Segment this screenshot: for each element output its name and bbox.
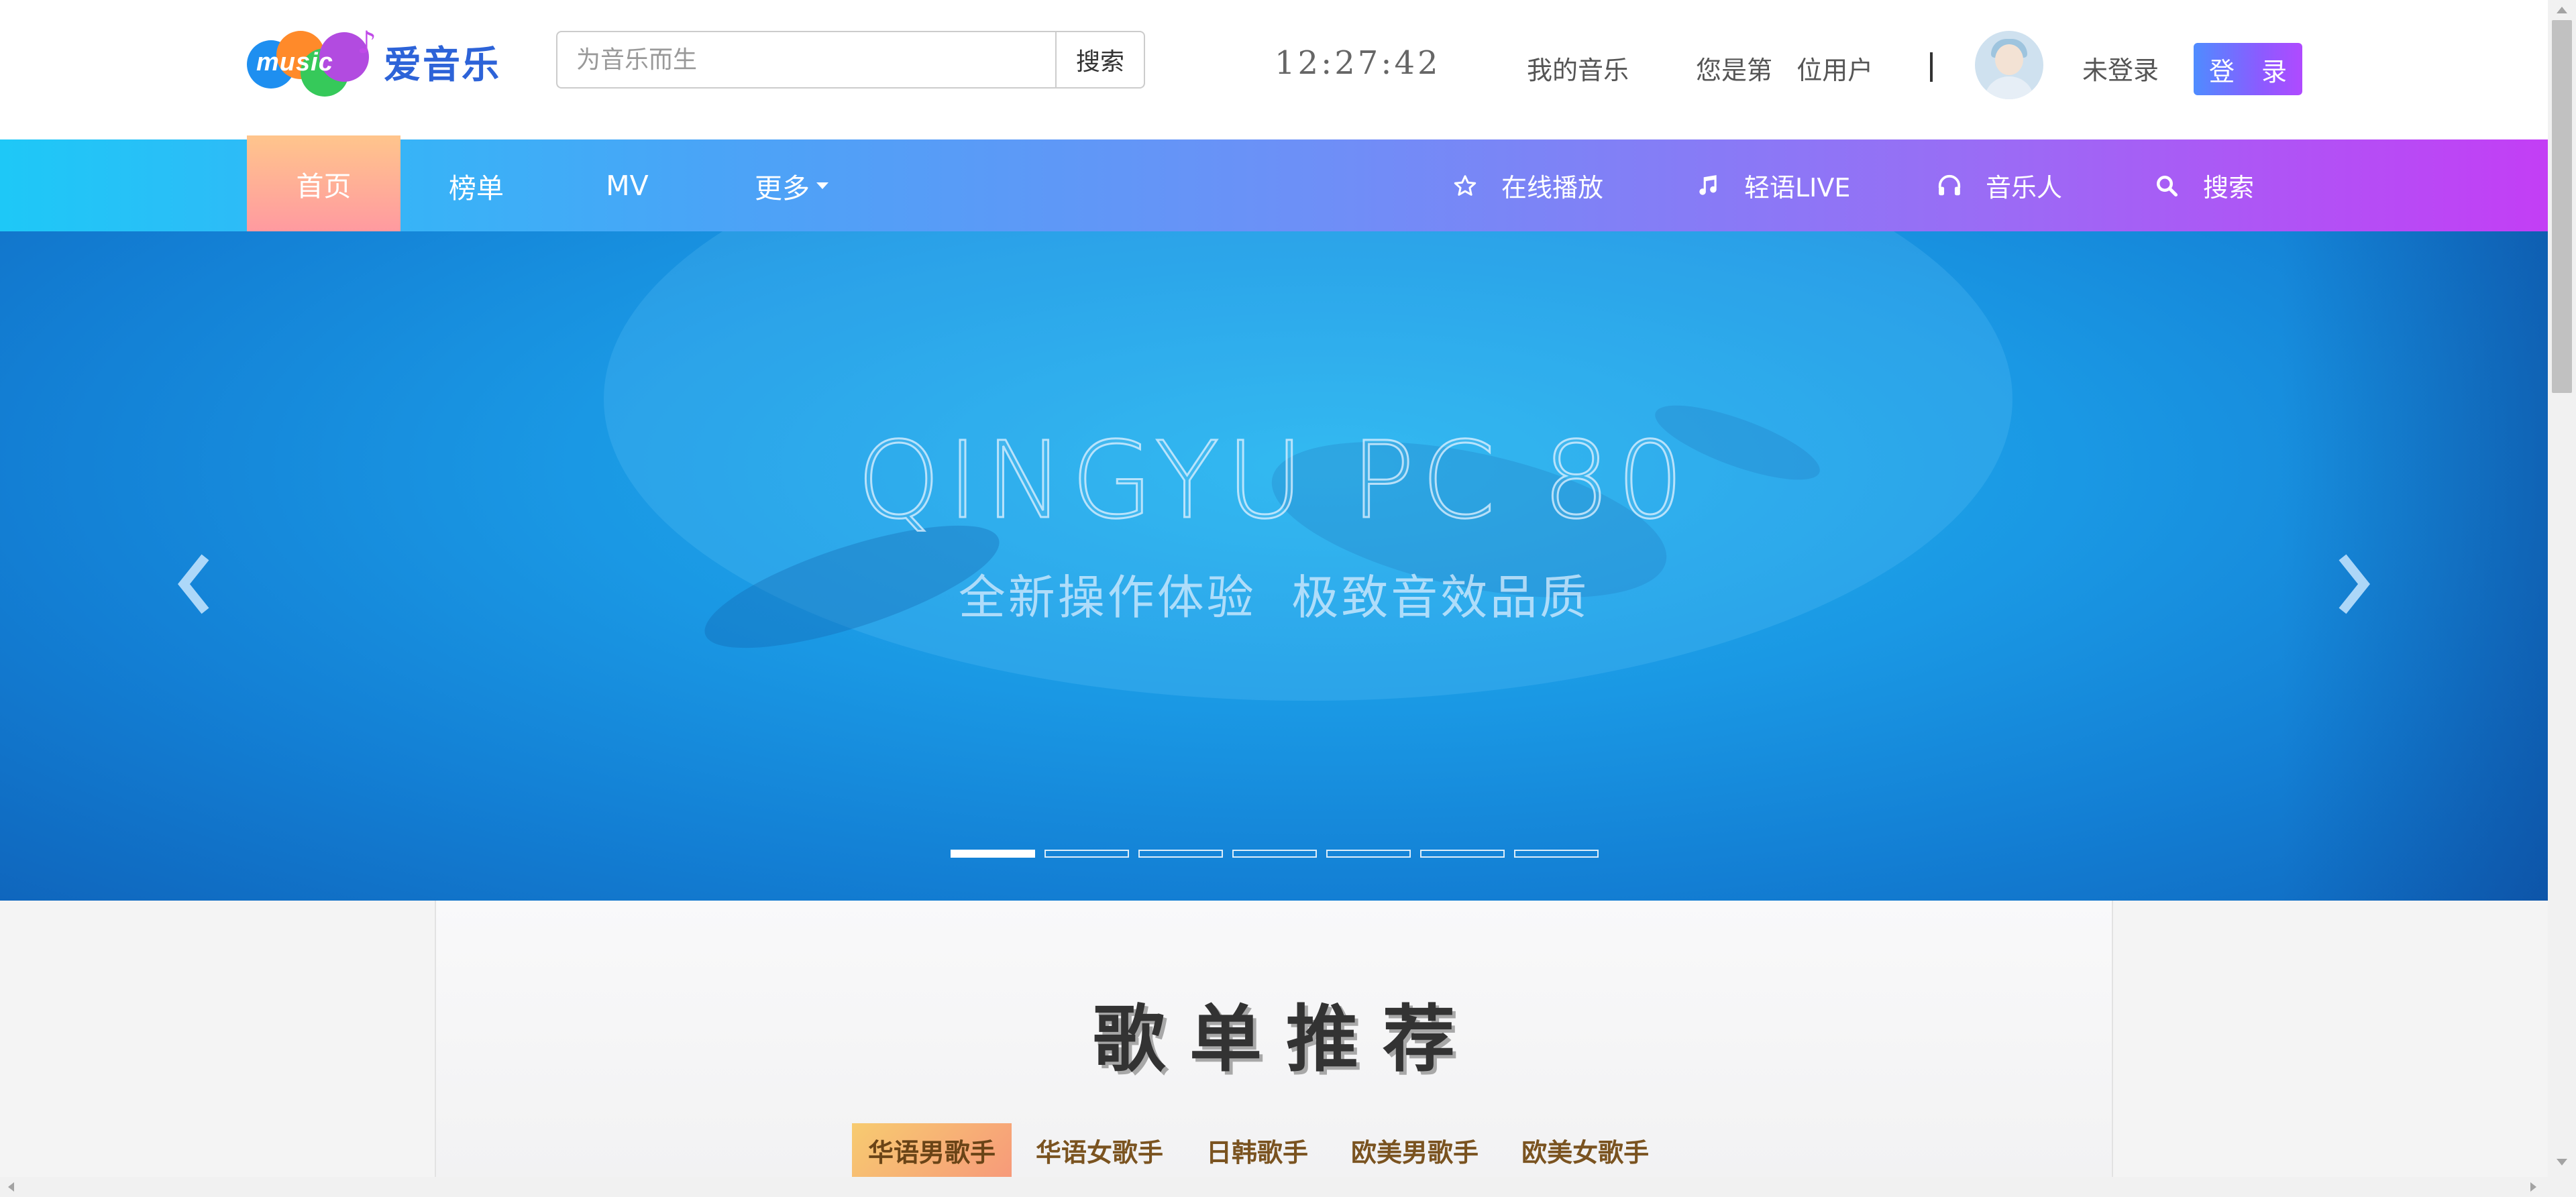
main-nav: 首页 榜单 MV 更多 在线播放 轻语LIVE 音乐人 搜索 [0, 135, 2548, 231]
nav-more-label: 更多 [755, 172, 810, 205]
carousel-indicators [951, 850, 1599, 859]
caret-down-icon [816, 182, 828, 189]
login-status: 未登录 [2082, 56, 2159, 85]
search-input[interactable] [556, 31, 1055, 89]
nav-search-label: 搜索 [2203, 173, 2255, 203]
top-header: music ♪ 爱音乐 搜索 12:27:42 我的音乐 您是第 位用户 未登录… [0, 0, 2548, 139]
nav-charts-label: 榜单 [449, 172, 504, 205]
scroll-down-arrow-icon[interactable] [2557, 1159, 2567, 1165]
nav-qingyu-live-label: 轻语LIVE [1744, 173, 1851, 203]
header-search: 搜索 [556, 31, 1145, 89]
horizontal-scrollbar[interactable] [0, 1177, 2548, 1197]
carousel-dot[interactable] [1138, 850, 1223, 858]
visitor-count: 您是第 位用户 [1696, 56, 1874, 85]
avatar-body [1984, 76, 2034, 99]
singer-category-tabs: 华语男歌手 华语女歌手 日韩歌手 欧美男歌手 欧美女歌手 [852, 1123, 1673, 1177]
tab-chinese-male[interactable]: 华语男歌手 [852, 1123, 1012, 1177]
music-note-icon: ♪ [357, 24, 377, 60]
carousel-dot[interactable] [951, 850, 1035, 858]
nav-musician-label: 音乐人 [1986, 173, 2063, 203]
nav-home[interactable]: 首页 [247, 135, 400, 231]
scroll-up-arrow-icon[interactable] [2557, 7, 2567, 13]
scroll-left-arrow-icon[interactable] [8, 1182, 14, 1192]
nav-more-dropdown[interactable]: 更多 [731, 139, 852, 231]
hero-carousel[interactable]: QINGYU PC 80 全新操作体验 极致音效品质 [0, 231, 2548, 901]
login-button[interactable]: 登 录 [2194, 43, 2302, 95]
tab-japan-korea[interactable]: 日韩歌手 [1187, 1123, 1327, 1177]
my-music-link[interactable]: 我的音乐 [1527, 50, 1629, 87]
carousel-dot[interactable] [1232, 850, 1317, 858]
avatar-head [1995, 44, 2023, 75]
banner-title: QINGYU PC 80 [856, 418, 1691, 544]
star-icon [1452, 172, 1479, 199]
site-logo[interactable]: music ♪ 爱音乐 [247, 24, 500, 97]
carousel-dot[interactable] [1044, 850, 1129, 858]
tab-western-male[interactable]: 欧美男歌手 [1332, 1123, 1497, 1177]
music-note-icon [1695, 172, 1721, 199]
headphones-icon [1936, 172, 1963, 199]
chevron-left-icon [178, 554, 209, 614]
tab-western-female[interactable]: 欧美女歌手 [1503, 1123, 1668, 1177]
chevron-right-icon [2339, 554, 2370, 614]
nav-qingyu-live[interactable]: 轻语LIVE [1695, 139, 1850, 231]
logo-text: 爱音乐 [384, 43, 500, 87]
nav-mv[interactable]: MV [584, 139, 671, 231]
search-icon [2153, 172, 2180, 199]
nav-musician[interactable]: 音乐人 [1936, 139, 2062, 231]
logo-word: music [256, 48, 333, 76]
nav-mv-label: MV [606, 169, 649, 202]
carousel-dot[interactable] [1420, 850, 1505, 858]
header-divider [1930, 52, 1933, 82]
nav-charts[interactable]: 榜单 [429, 139, 523, 231]
page: music ♪ 爱音乐 搜索 12:27:42 我的音乐 您是第 位用户 未登录… [0, 0, 2576, 1197]
nav-search[interactable]: 搜索 [2153, 139, 2254, 231]
vertical-scrollbar[interactable] [2548, 0, 2576, 1197]
vertical-scroll-thumb[interactable] [2552, 20, 2572, 393]
search-button[interactable]: 搜索 [1055, 31, 1145, 89]
nav-online-play[interactable]: 在线播放 [1452, 139, 1603, 231]
playlist-recommend-section: 歌单推荐 华语男歌手 华语女歌手 日韩歌手 欧美男歌手 欧美女歌手 [435, 901, 2113, 1177]
carousel-dot[interactable] [1326, 850, 1411, 858]
avatar[interactable] [1975, 31, 2043, 99]
carousel-next-button[interactable] [2329, 544, 2376, 624]
logo-mark: music ♪ [247, 24, 376, 97]
nav-online-play-label: 在线播放 [1501, 173, 1604, 203]
carousel-prev-button[interactable] [172, 544, 219, 624]
section-title: 歌单推荐 [1092, 998, 1479, 1082]
banner-subtitle: 全新操作体验 极致音效品质 [958, 570, 1590, 625]
clock: 12:27:42 [1275, 44, 1441, 82]
tab-chinese-female[interactable]: 华语女歌手 [1017, 1123, 1182, 1177]
nav-home-label: 首页 [296, 170, 352, 203]
carousel-dot[interactable] [1514, 850, 1599, 858]
scroll-right-arrow-icon[interactable] [2530, 1182, 2536, 1192]
